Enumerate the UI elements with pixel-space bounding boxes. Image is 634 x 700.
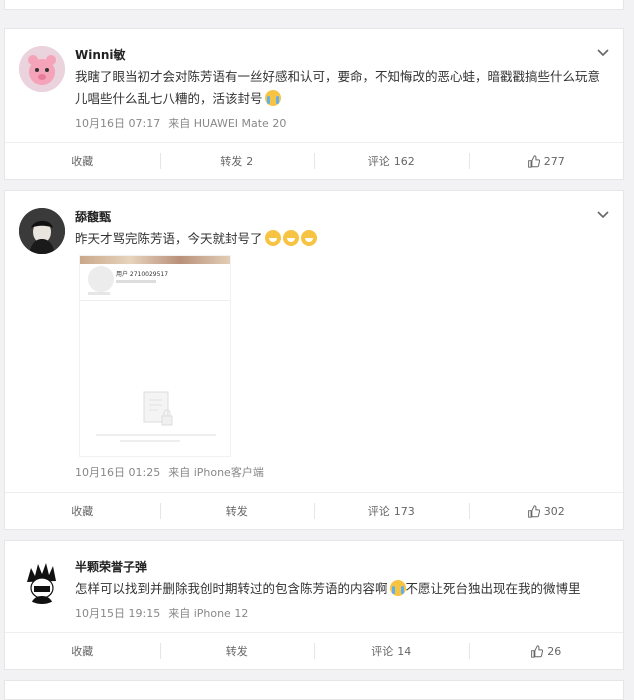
post-text-content: 昨天才骂完陈芳语，今天就封号了	[75, 231, 263, 246]
comment-count: 162	[393, 154, 415, 168]
comment-label: 评论	[367, 505, 390, 518]
image-user-id: 用户 2710029517	[116, 271, 169, 278]
post-card: 舔馥甄 昨天才骂完陈芳语，今天就封号了 用户 2710029517 10月16日…	[4, 190, 624, 530]
user-name[interactable]: 舔馥甄	[75, 208, 111, 225]
comment-button[interactable]: 评论	[314, 0, 469, 9]
repost-count: 2	[246, 154, 254, 168]
grin-emoji-icon	[264, 230, 281, 246]
comment-button[interactable]: 评论 14	[314, 633, 469, 669]
comment-label: 评论	[371, 645, 394, 658]
like-count: 26	[547, 644, 562, 658]
action-bar: 收藏 转发 评论 173 302	[5, 492, 623, 529]
repost-label: 转发	[225, 645, 248, 658]
sob-emoji-icon	[389, 580, 406, 596]
thumbs-up-icon	[527, 504, 540, 518]
like-button[interactable]: 26	[468, 633, 624, 669]
post-card: Winni敏 我瞎了眼当初才会对陈芳语有一丝好感和认可，要命，不知悔改的恶心蛙，…	[4, 28, 624, 180]
locked-document-icon	[143, 391, 173, 426]
image-placeholder-line	[88, 292, 110, 295]
crying-laughing-emoji-icon	[264, 90, 281, 106]
avatar[interactable]	[19, 558, 65, 604]
comment-count: 14	[397, 644, 412, 658]
image-banner	[80, 256, 230, 264]
avatar-image	[19, 558, 65, 604]
user-name[interactable]: Winni敏	[75, 46, 126, 63]
repost-label: 转发	[220, 155, 243, 168]
post-meta: 10月16日 01:25 来自 iPhone客户端	[75, 464, 264, 480]
post-text: 怎样可以找到并删除我创时期转过的包含陈芳语的内容啊 不愿让死台独出现在我的微博里	[75, 578, 605, 600]
like-button[interactable]: 11	[469, 0, 624, 9]
image-avatar	[86, 264, 116, 294]
comment-button[interactable]: 评论 162	[314, 143, 469, 179]
repost-button[interactable]: 转发	[159, 493, 315, 529]
grin-emoji-icon	[282, 230, 299, 246]
chevron-down-icon[interactable]	[597, 49, 609, 57]
image-divider	[80, 300, 230, 301]
collect-button[interactable]: 收藏	[5, 493, 160, 529]
comment-label: 评论	[367, 155, 390, 168]
image-placeholder-line	[120, 440, 180, 442]
collect-button[interactable]: 收藏	[5, 633, 160, 669]
repost-label: 转发	[225, 505, 248, 518]
post-image[interactable]: 用户 2710029517	[79, 255, 231, 457]
action-bar: 收藏 转发 2 评论 162 277	[5, 142, 623, 179]
user-name[interactable]: 半颗荣誉子弹	[75, 558, 147, 575]
post-text-content: 我瞎了眼当初才会对陈芳语有一丝好感和认可，要命，不知悔改的恶心蛙，暗戳戳搞些什么…	[75, 69, 601, 106]
like-button[interactable]: 277	[468, 143, 624, 179]
like-count: 302	[543, 504, 565, 518]
thumbs-up-icon	[527, 154, 540, 168]
post-text-tail: 不愿让死台独出现在我的微博里	[405, 581, 581, 596]
collect-button[interactable]: 收藏	[5, 0, 160, 9]
post-meta: 10月15日 19:15 来自 iPhone 12	[75, 605, 248, 621]
grin-emoji-icon	[300, 230, 317, 246]
collect-button[interactable]: 收藏	[5, 143, 160, 179]
image-placeholder-line	[116, 280, 156, 283]
comment-button[interactable]: 评论 173	[314, 493, 469, 529]
post-date[interactable]: 10月15日 19:15	[75, 607, 160, 620]
post-date[interactable]: 10月16日 01:25	[75, 466, 160, 479]
repost-button[interactable]: 转发	[160, 0, 315, 9]
collect-label: 收藏	[71, 505, 94, 518]
post-card: 半颗荣誉子弹 怎样可以找到并删除我创时期转过的包含陈芳语的内容啊 不愿让死台独出现…	[4, 540, 624, 670]
like-count: 277	[543, 154, 565, 168]
post-meta: 10月16日 07:17 来自 HUAWEI Mate 20	[75, 115, 286, 131]
comment-count: 173	[393, 504, 415, 518]
post-text: 昨天才骂完陈芳语，今天就封号了	[75, 228, 605, 250]
partial-post-card: 收藏 转发 评论 11	[4, 0, 624, 10]
post-text-content: 怎样可以找到并删除我创时期转过的包含陈芳语的内容啊	[75, 581, 388, 596]
repost-button[interactable]: 转发	[159, 633, 315, 669]
post-source: 来自 HUAWEI Mate 20	[168, 117, 287, 130]
post-source: 来自 iPhone 12	[168, 607, 249, 620]
thumbs-up-icon	[531, 644, 544, 658]
avatar[interactable]	[19, 208, 65, 254]
chevron-down-icon[interactable]	[597, 211, 609, 219]
collect-label: 收藏	[71, 155, 94, 168]
avatar-image	[19, 208, 65, 254]
partial-post-card	[4, 680, 624, 700]
post-source: 来自 iPhone客户端	[168, 466, 264, 479]
collect-label: 收藏	[71, 645, 94, 658]
avatar[interactable]	[19, 46, 65, 92]
action-bar: 收藏 转发 评论 14 26	[5, 632, 623, 669]
repost-button[interactable]: 转发 2	[159, 143, 315, 179]
action-bar: 收藏 转发 评论 11	[5, 0, 623, 9]
like-button[interactable]: 302	[468, 493, 624, 529]
image-placeholder-line	[96, 434, 216, 436]
avatar-image	[19, 46, 65, 92]
post-date[interactable]: 10月16日 07:17	[75, 117, 160, 130]
post-text: 我瞎了眼当初才会对陈芳语有一丝好感和认可，要命，不知悔改的恶心蛙，暗戳戳搞些什么…	[75, 66, 605, 110]
